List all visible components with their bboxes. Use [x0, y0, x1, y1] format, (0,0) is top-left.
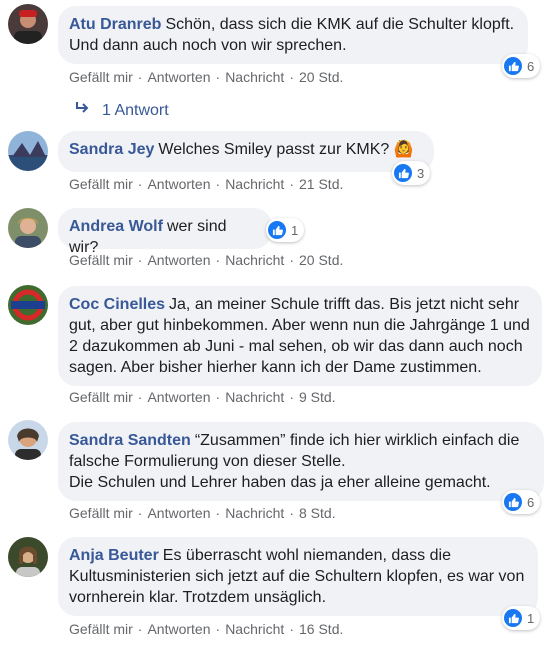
- author-name[interactable]: Sandra Jey: [69, 141, 154, 158]
- comment-actions: Gefällt mir · Antworten · Nachricht · 20 Std.: [69, 69, 344, 85]
- like-link[interactable]: Gefällt mir: [69, 252, 133, 268]
- avatar[interactable]: [8, 4, 48, 44]
- message-link[interactable]: Nachricht: [225, 505, 284, 521]
- reaction-count[interactable]: 1: [502, 606, 541, 630]
- author-name[interactable]: Coc Cinelles: [69, 296, 165, 313]
- avatar[interactable]: [8, 131, 48, 171]
- comment-actions: Gefällt mir · Antworten · Nachricht · 21 Std.: [69, 176, 344, 192]
- reply-link[interactable]: Antworten: [147, 505, 210, 521]
- like-icon: [504, 493, 522, 511]
- reaction-count[interactable]: 1: [266, 218, 305, 242]
- reaction-count[interactable]: 6: [502, 490, 541, 514]
- replies-count: 1 Antwort: [102, 101, 169, 119]
- reaction-number: 3: [417, 165, 425, 181]
- author-name[interactable]: Andrea Wolf: [69, 218, 163, 235]
- timestamp[interactable]: 20 Std.: [299, 252, 343, 268]
- like-link[interactable]: Gefällt mir: [69, 69, 133, 85]
- reaction-number: 6: [527, 58, 535, 74]
- message-link[interactable]: Nachricht: [225, 176, 284, 192]
- like-link[interactable]: Gefällt mir: [69, 176, 133, 192]
- comment-bubble: Anja Beuter Es überrascht wohl niemanden,…: [58, 537, 538, 616]
- like-icon: [394, 164, 412, 182]
- reaction-count[interactable]: 6: [502, 54, 541, 78]
- like-link[interactable]: Gefällt mir: [69, 505, 133, 521]
- reply-link[interactable]: Antworten: [147, 252, 210, 268]
- reply-arrow-icon: [74, 101, 90, 120]
- like-icon: [504, 57, 522, 75]
- reaction-number: 6: [527, 494, 535, 510]
- view-replies-link[interactable]: 1 Antwort: [74, 101, 169, 120]
- author-name[interactable]: Atu Dranreb: [69, 16, 161, 33]
- message-link[interactable]: Nachricht: [225, 389, 284, 405]
- timestamp[interactable]: 20 Std.: [299, 69, 343, 85]
- reply-link[interactable]: Antworten: [147, 69, 210, 85]
- message-link[interactable]: Nachricht: [225, 621, 284, 637]
- like-icon: [268, 221, 286, 239]
- comment-bubble: Atu Dranreb Schön, dass sich die KMK auf …: [58, 6, 528, 64]
- comment-actions: Gefällt mir · Antworten · Nachricht · 20 Std.: [69, 252, 344, 268]
- timestamp[interactable]: 21 Std.: [299, 176, 343, 192]
- like-icon: [504, 609, 522, 627]
- avatar[interactable]: [8, 285, 48, 325]
- message-link[interactable]: Nachricht: [225, 69, 284, 85]
- reply-link[interactable]: Antworten: [147, 621, 210, 637]
- like-link[interactable]: Gefällt mir: [69, 621, 133, 637]
- timestamp[interactable]: 8 Std.: [299, 505, 336, 521]
- comment-actions: Gefällt mir · Antworten · Nachricht · 16 Std.: [69, 621, 344, 637]
- comment-bubble: Sandra Sandten “Zusammen” finde ich hier …: [58, 422, 544, 501]
- reply-link[interactable]: Antworten: [147, 389, 210, 405]
- reaction-number: 1: [527, 610, 535, 626]
- comment-actions: Gefällt mir · Antworten · Nachricht · 9 Std.: [69, 389, 336, 405]
- like-link[interactable]: Gefällt mir: [69, 389, 133, 405]
- avatar[interactable]: [8, 420, 48, 460]
- reply-link[interactable]: Antworten: [147, 176, 210, 192]
- avatar[interactable]: [8, 537, 48, 577]
- author-name[interactable]: Sandra Sandten: [69, 432, 191, 449]
- comment-text: Welches Smiley passt zur KMK? 🙆: [158, 141, 414, 158]
- author-name[interactable]: Anja Beuter: [69, 547, 159, 564]
- comment-bubble: Sandra Jey Welches Smiley passt zur KMK? …: [58, 131, 434, 172]
- comment-actions: Gefällt mir · Antworten · Nachricht · 8 Std.: [69, 505, 336, 521]
- reaction-number: 1: [291, 222, 299, 238]
- message-link[interactable]: Nachricht: [225, 252, 284, 268]
- avatar[interactable]: [8, 208, 48, 248]
- reaction-count[interactable]: 3: [392, 161, 431, 185]
- comment-bubble: Coc Cinelles Ja, an meiner Schule trifft …: [58, 286, 542, 386]
- comment-bubble: Andrea Wolf wer sind wir?: [58, 208, 272, 256]
- timestamp[interactable]: 16 Std.: [299, 621, 343, 637]
- timestamp[interactable]: 9 Std.: [299, 389, 336, 405]
